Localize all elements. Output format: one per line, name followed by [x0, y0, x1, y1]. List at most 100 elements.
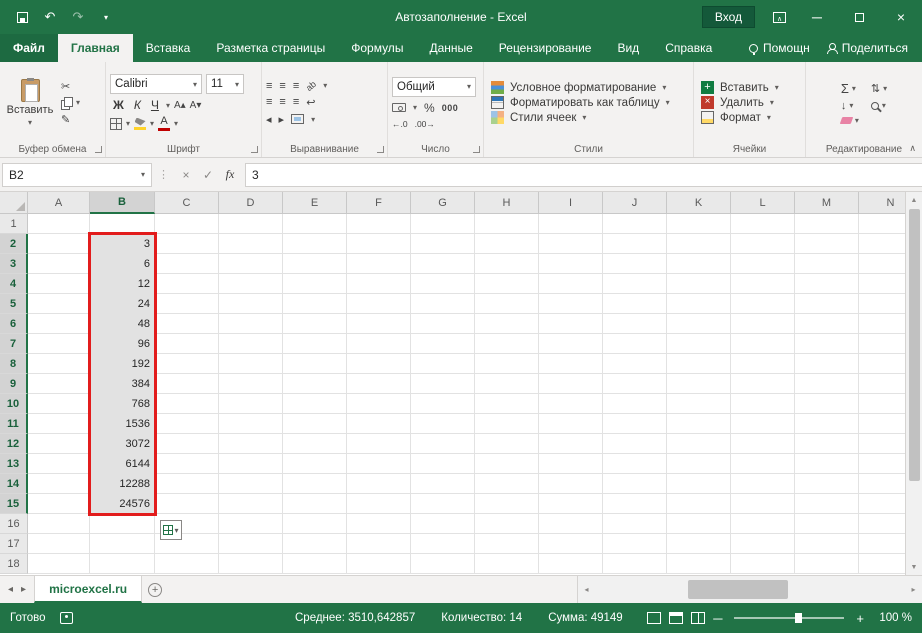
normal-view-button[interactable] — [647, 612, 662, 624]
currency-format-icon[interactable] — [392, 103, 406, 112]
font-color-button[interactable]: А — [158, 116, 171, 131]
cell-A12[interactable] — [28, 434, 90, 454]
page-layout-view-button[interactable] — [669, 612, 684, 624]
font-name-select[interactable]: Calibri ▾ — [110, 74, 202, 94]
cell-I11[interactable] — [539, 414, 603, 434]
cell-H9[interactable] — [475, 374, 539, 394]
tab-view[interactable]: Вид — [604, 34, 652, 62]
cell-E4[interactable] — [283, 274, 347, 294]
row-header-17[interactable]: 17 — [0, 534, 28, 554]
cell-N6[interactable] — [859, 314, 905, 334]
vertical-scrollbar[interactable]: ▲ ▼ — [905, 192, 922, 575]
cell-H3[interactable] — [475, 254, 539, 274]
conditional-formatting-button[interactable]: Условное форматирование ▾ — [488, 80, 669, 95]
cell-A15[interactable] — [28, 494, 90, 514]
name-box[interactable]: B2 ▾ — [2, 162, 152, 187]
column-header-I[interactable]: I — [539, 192, 603, 214]
cell-H8[interactable] — [475, 354, 539, 374]
cell-F16[interactable] — [347, 514, 411, 534]
cell-D6[interactable] — [219, 314, 283, 334]
cell-H7[interactable] — [475, 334, 539, 354]
cell-M15[interactable] — [795, 494, 859, 514]
cell-M3[interactable] — [795, 254, 859, 274]
number-dialog-launcher-icon[interactable] — [473, 146, 480, 153]
horizontal-scroll-thumb[interactable] — [688, 580, 788, 599]
row-header-7[interactable]: 7 — [0, 334, 28, 354]
row-header-15[interactable]: 15 — [0, 494, 28, 514]
undo-button[interactable]: ↶ — [38, 5, 62, 29]
cell-K2[interactable] — [667, 234, 731, 254]
cell-L1[interactable] — [731, 214, 795, 234]
cell-E10[interactable] — [283, 394, 347, 414]
cell-E5[interactable] — [283, 294, 347, 314]
number-format-select[interactable]: Общий ▾ — [392, 76, 476, 97]
cell-N7[interactable] — [859, 334, 905, 354]
cell-M1[interactable] — [795, 214, 859, 234]
minimize-button[interactable]: ─ — [796, 0, 838, 34]
row-header-5[interactable]: 5 — [0, 294, 28, 314]
assistant-button[interactable]: Помощн — [749, 41, 810, 55]
next-sheet-button[interactable]: ▸ — [21, 584, 26, 595]
cell-G4[interactable] — [411, 274, 475, 294]
cell-G7[interactable] — [411, 334, 475, 354]
cell-I13[interactable] — [539, 454, 603, 474]
cell-L5[interactable] — [731, 294, 795, 314]
format-cells-button[interactable]: Формат ▾ — [698, 110, 774, 125]
tab-home[interactable]: Главная — [57, 34, 133, 62]
cell-J13[interactable] — [603, 454, 667, 474]
cell-F14[interactable] — [347, 474, 411, 494]
formula-input[interactable]: 3 — [245, 162, 922, 187]
cell-D4[interactable] — [219, 274, 283, 294]
cell-K1[interactable] — [667, 214, 731, 234]
cell-K6[interactable] — [667, 314, 731, 334]
row-header-14[interactable]: 14 — [0, 474, 28, 494]
increase-indent-button[interactable]: ▸ — [279, 113, 285, 126]
row-header-18[interactable]: 18 — [0, 554, 28, 574]
cell-F10[interactable] — [347, 394, 411, 414]
cell-J15[interactable] — [603, 494, 667, 514]
column-header-B[interactable]: B — [90, 192, 155, 214]
cell-H12[interactable] — [475, 434, 539, 454]
cell-E11[interactable] — [283, 414, 347, 434]
cell-N15[interactable] — [859, 494, 905, 514]
cell-A16[interactable] — [28, 514, 90, 534]
cell-I1[interactable] — [539, 214, 603, 234]
row-header-6[interactable]: 6 — [0, 314, 28, 334]
row-header-2[interactable]: 2 — [0, 234, 28, 254]
zoom-slider-thumb[interactable] — [794, 613, 802, 623]
column-header-J[interactable]: J — [603, 192, 667, 214]
cell-K9[interactable] — [667, 374, 731, 394]
cell-B1[interactable] — [90, 214, 155, 234]
select-all-corner[interactable] — [0, 192, 28, 214]
cell-K17[interactable] — [667, 534, 731, 554]
column-header-E[interactable]: E — [283, 192, 347, 214]
cell-M13[interactable] — [795, 454, 859, 474]
tab-file[interactable]: Файл — [0, 34, 58, 62]
cell-H1[interactable] — [475, 214, 539, 234]
cell-M6[interactable] — [795, 314, 859, 334]
cell-A6[interactable] — [28, 314, 90, 334]
align-center-button[interactable]: ≡ — [279, 96, 285, 108]
cell-B18[interactable] — [90, 554, 155, 574]
cell-B14[interactable]: 12288 — [90, 474, 155, 494]
cell-E6[interactable] — [283, 314, 347, 334]
cell-F18[interactable] — [347, 554, 411, 574]
cell-C8[interactable] — [155, 354, 219, 374]
zoom-slider[interactable] — [734, 613, 845, 623]
cell-K15[interactable] — [667, 494, 731, 514]
insert-function-button[interactable]: fx — [219, 163, 241, 187]
cell-A11[interactable] — [28, 414, 90, 434]
cell-N12[interactable] — [859, 434, 905, 454]
share-button[interactable]: Поделиться — [826, 41, 908, 55]
cell-styles-button[interactable]: Стили ячеек ▾ — [488, 110, 589, 125]
horizontal-scrollbar[interactable]: ◂ ▸ — [577, 576, 922, 603]
cell-K11[interactable] — [667, 414, 731, 434]
cell-C14[interactable] — [155, 474, 219, 494]
page-break-view-button[interactable] — [691, 612, 706, 624]
cell-A7[interactable] — [28, 334, 90, 354]
merge-center-icon[interactable] — [291, 114, 305, 124]
cell-J16[interactable] — [603, 514, 667, 534]
cell-D16[interactable] — [219, 514, 283, 534]
cell-J9[interactable] — [603, 374, 667, 394]
cell-D17[interactable] — [219, 534, 283, 554]
